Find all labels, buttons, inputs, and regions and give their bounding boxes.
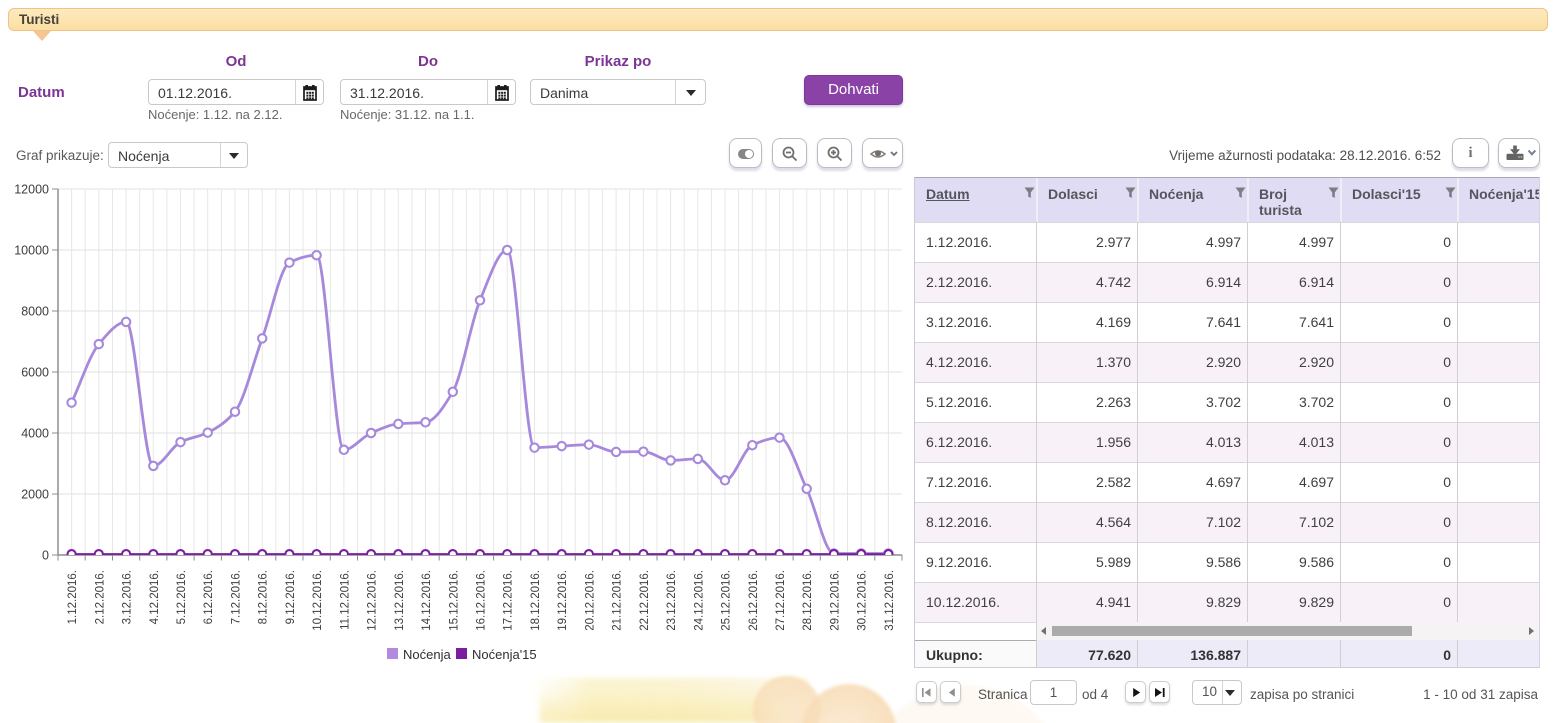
svg-text:7.12.2016.: 7.12.2016. [231, 570, 243, 624]
svg-text:4.12.2016.: 4.12.2016. [149, 570, 161, 624]
svg-text:0: 0 [42, 549, 49, 563]
svg-text:23.12.2016.: 23.12.2016. [666, 570, 678, 631]
svg-text:10.12.2016.: 10.12.2016. [312, 570, 324, 631]
svg-text:16.12.2016.: 16.12.2016. [476, 570, 488, 631]
svg-text:13.12.2016.: 13.12.2016. [394, 570, 406, 631]
svg-text:2000: 2000 [21, 488, 49, 502]
svg-text:10000: 10000 [14, 244, 49, 258]
svg-text:31.12.2016.: 31.12.2016. [884, 570, 896, 631]
svg-text:6.12.2016.: 6.12.2016. [203, 570, 215, 624]
svg-text:8.12.2016.: 8.12.2016. [258, 570, 270, 624]
svg-text:22.12.2016.: 22.12.2016. [639, 570, 651, 631]
svg-text:12000: 12000 [14, 183, 49, 197]
svg-text:27.12.2016.: 27.12.2016. [775, 570, 787, 631]
svg-text:19.12.2016.: 19.12.2016. [557, 570, 569, 631]
svg-text:12.12.2016.: 12.12.2016. [367, 570, 379, 631]
svg-text:11.12.2016.: 11.12.2016. [339, 570, 351, 630]
svg-text:14.12.2016.: 14.12.2016. [421, 570, 433, 631]
svg-text:4000: 4000 [21, 427, 49, 441]
svg-text:9.12.2016.: 9.12.2016. [285, 570, 297, 624]
svg-text:1.12.2016.: 1.12.2016. [67, 570, 79, 624]
svg-text:15.12.2016.: 15.12.2016. [448, 570, 460, 631]
svg-text:25.12.2016.: 25.12.2016. [721, 570, 733, 631]
svg-text:6000: 6000 [21, 366, 49, 380]
svg-text:3.12.2016.: 3.12.2016. [122, 570, 134, 624]
svg-text:18.12.2016.: 18.12.2016. [530, 570, 542, 631]
svg-text:8000: 8000 [21, 305, 49, 319]
svg-text:29.12.2016.: 29.12.2016. [829, 570, 841, 631]
svg-text:26.12.2016.: 26.12.2016. [748, 570, 760, 631]
svg-text:30.12.2016.: 30.12.2016. [857, 570, 869, 631]
svg-text:24.12.2016.: 24.12.2016. [693, 570, 705, 631]
svg-text:28.12.2016.: 28.12.2016. [802, 570, 814, 631]
svg-text:21.12.2016.: 21.12.2016. [612, 570, 624, 631]
svg-text:20.12.2016.: 20.12.2016. [584, 570, 596, 631]
svg-text:17.12.2016.: 17.12.2016. [503, 570, 515, 631]
svg-text:2.12.2016.: 2.12.2016. [94, 570, 106, 624]
svg-text:5.12.2016.: 5.12.2016. [176, 570, 188, 624]
